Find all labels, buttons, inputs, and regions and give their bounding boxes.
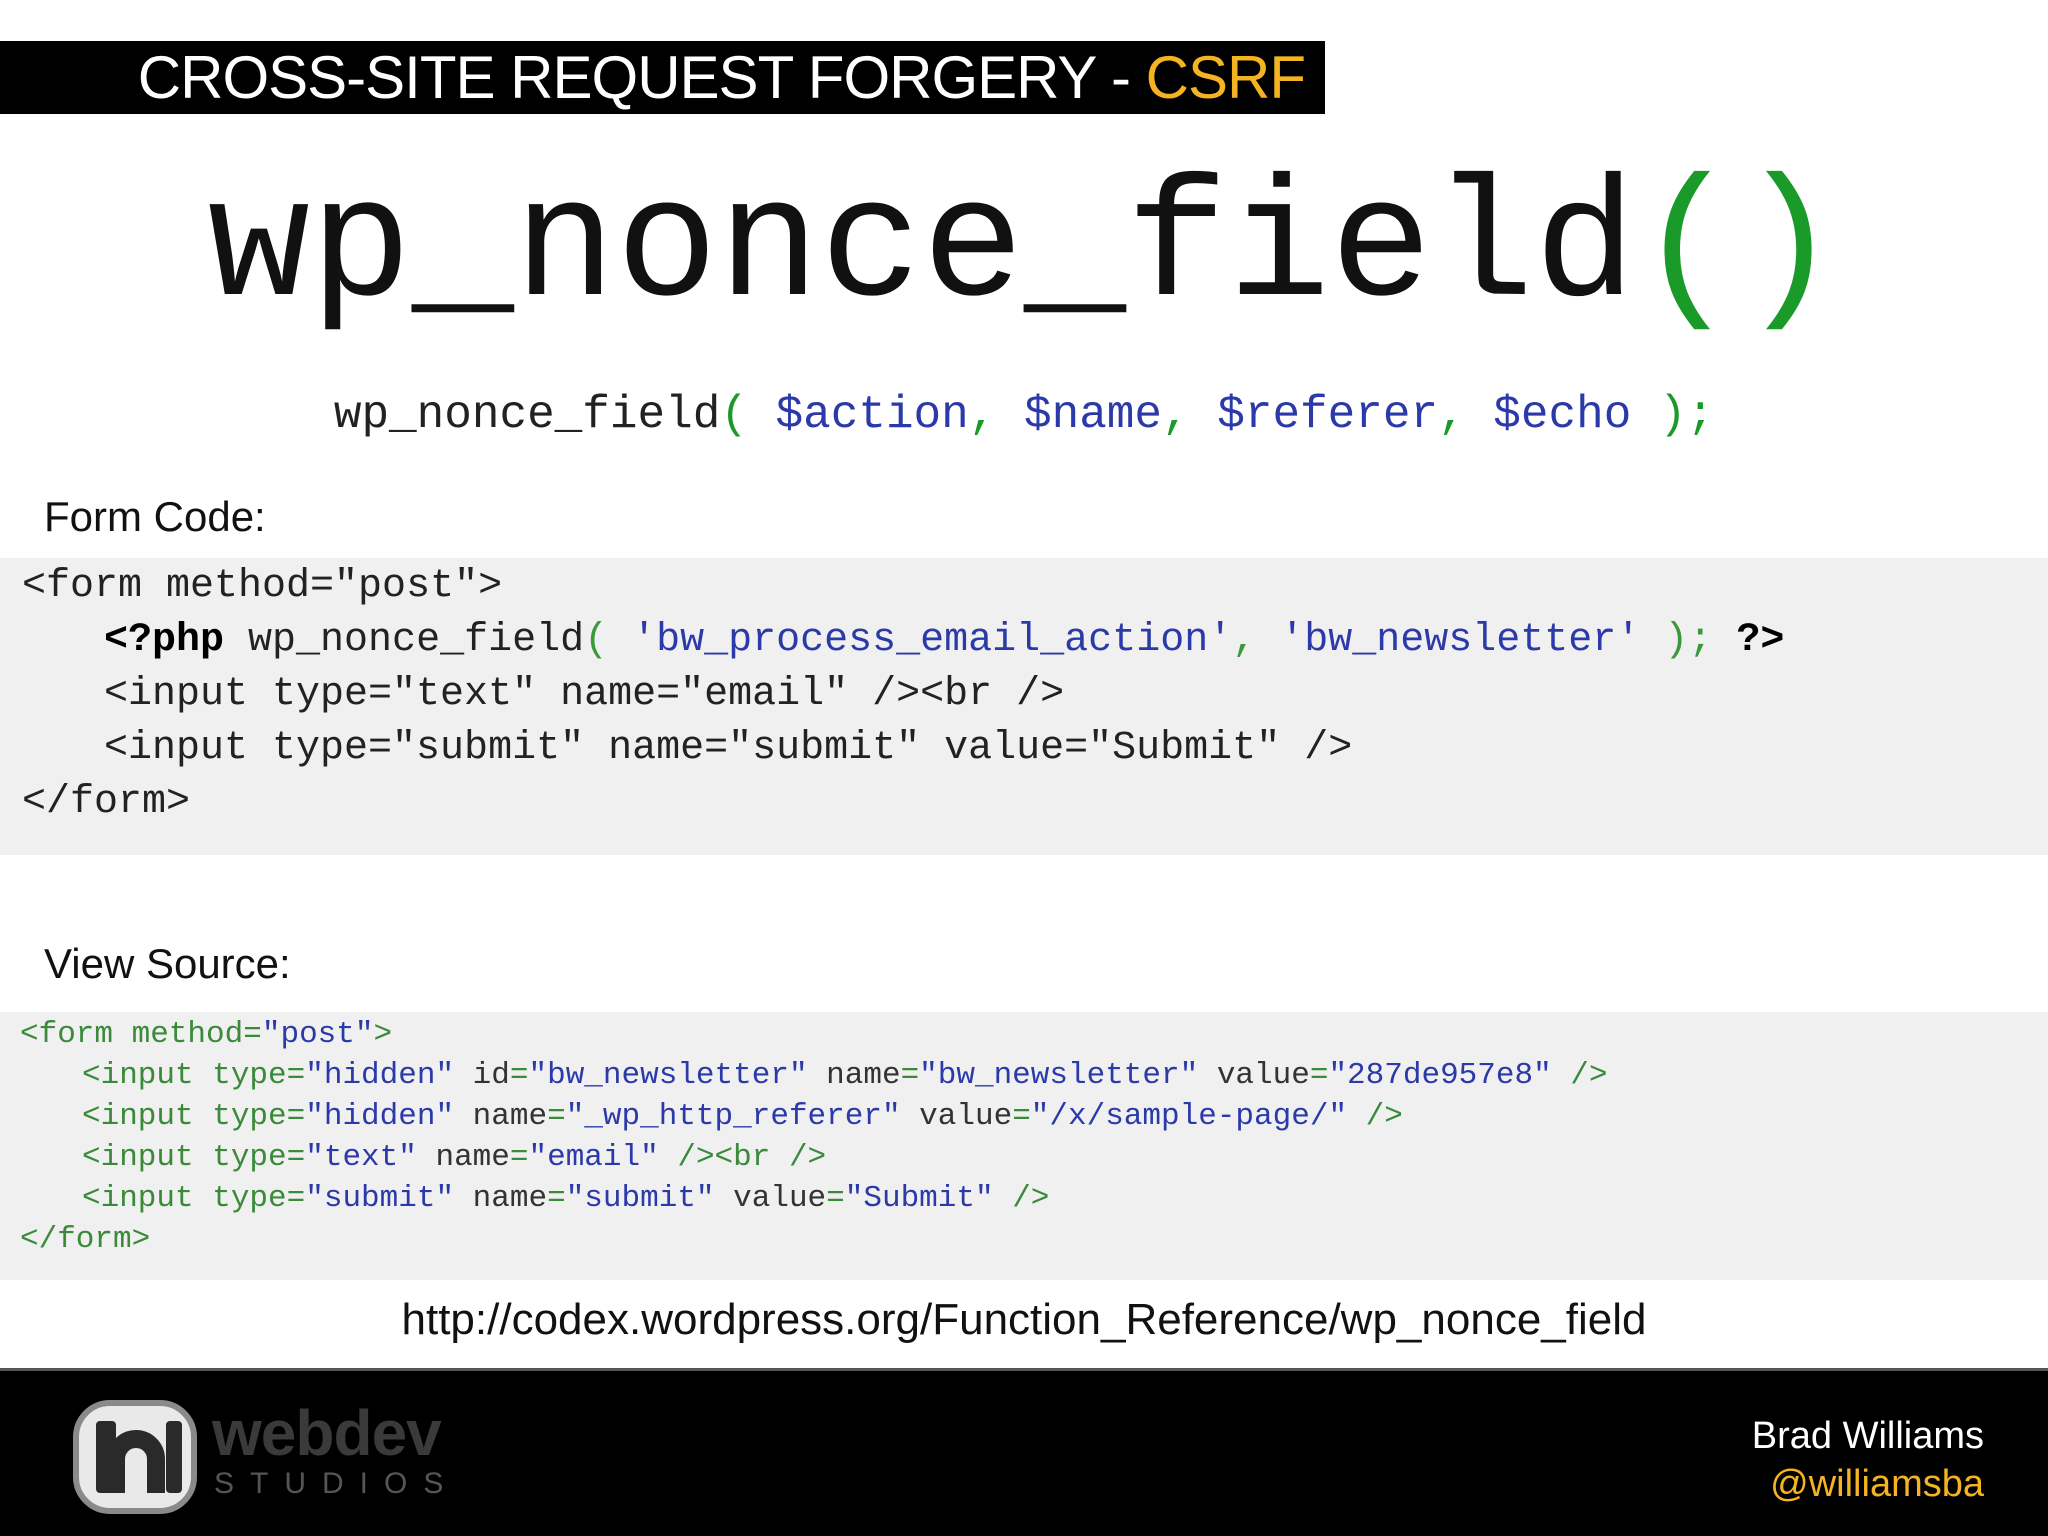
slide-footer: webdev STUDIOS Brad Williams @williamsba [0,1368,2048,1536]
source-tag-end: /> [1551,1058,1608,1093]
source-eq: = [286,1140,306,1175]
source-eq: = [547,1181,566,1216]
source-eq: = [900,1058,920,1093]
source-tag-end: > [373,1017,393,1052]
php-arg-action: 'bw_process_email_action' [632,618,1233,663]
author-block: Brad Williams @williamsba [1752,1412,1984,1508]
form-code-line: </form> [22,780,191,825]
reference-url[interactable]: http://codex.wordpress.org/Function_Refe… [0,1295,2048,1345]
slide-title-bar: CROSS-SITE REQUEST FORGERY - CSRF [0,41,1325,114]
view-source-label: View Source: [44,940,291,987]
source-attr: name [416,1140,510,1175]
source-line: </form> [20,1222,151,1257]
source-attr: value [900,1099,1013,1134]
source-eq: = [547,1099,566,1134]
source-tag: <input type [82,1140,287,1175]
php-open-tag: <?php [104,618,225,663]
source-value: "submit" [565,1181,715,1216]
source-value: "_wp_http_referer" [565,1099,901,1134]
signature-param-echo: $echo [1493,389,1632,441]
source-eq: = [243,1017,262,1052]
signature-comma-3: , [1438,389,1494,441]
view-source-block: <form method="post"> <input type="hidden"… [0,1012,2048,1280]
signature-comma-1: , [968,389,1024,441]
source-value: "post" [261,1017,374,1052]
php-comma: , [1232,618,1281,663]
signature-close: ); [1631,389,1715,441]
slide-title: CROSS-SITE REQUEST FORGERY - [137,44,1146,111]
function-signature: wp_nonce_field( $action, $name, $referer… [0,385,2048,445]
source-eq: = [286,1058,306,1093]
source-eq: = [509,1058,529,1093]
source-line: <form method="post"> [20,1014,2048,1055]
source-attr: name [807,1058,901,1093]
source-value: "email" [528,1140,659,1175]
source-tag-end: /> [1347,1099,1403,1134]
signature-comma-2: , [1162,389,1218,441]
slide-title-accent: CSRF [1145,44,1306,111]
php-arg-name: 'bw_newsletter' [1280,618,1641,663]
webdev-logo-icon [73,1400,197,1514]
form-code-line: <input type="text" name="email" /><br /> [104,672,1065,717]
source-value: "hidden" [305,1058,455,1093]
source-eq: = [286,1181,306,1216]
source-value: "/x/sample-page/" [1030,1099,1348,1134]
source-tag-end: /> [993,1181,1050,1216]
source-value: "287de957e8" [1328,1058,1552,1093]
php-func-name: wp_nonce_field [224,618,585,663]
php-close-tag: ?> [1736,618,1785,663]
function-heading-parens: () [1636,153,1841,346]
signature-param-referer: $referer [1217,389,1439,441]
source-eq: = [1012,1099,1031,1134]
source-value: "Submit" [844,1181,994,1216]
source-line: <input type="submit" name="submit" value… [20,1178,2048,1219]
signature-param-name: $name [1023,389,1163,441]
source-attr: value [1198,1058,1310,1093]
signature-name: wp_nonce_field [333,389,721,441]
source-line: <input type="text" name="email" /><br /> [20,1137,2048,1178]
logo-subtitle: STUDIOS [214,1467,460,1500]
source-eq: = [286,1099,306,1134]
author-name: Brad Williams [1751,1415,1984,1457]
form-code-line: <form method="post"> [22,564,503,609]
source-value: "hidden" [305,1099,455,1134]
php-paren-open: ( [584,618,633,663]
signature-open: ( [720,389,776,441]
source-tag: <form method [20,1017,244,1052]
form-code-label: Form Code: [44,493,266,540]
function-heading-name: wp_nonce_field [207,153,1637,346]
source-eq: = [509,1140,529,1175]
source-value: "bw_newsletter" [919,1058,1199,1093]
source-attr: id [454,1058,510,1093]
php-paren-close: ); [1640,618,1737,663]
author-handle: @williamsba [1770,1463,1984,1505]
source-value: "text" [305,1140,417,1175]
source-tag-end: /><br /> [658,1140,827,1175]
source-tag: <input type [82,1058,287,1093]
source-eq: = [1309,1058,1329,1093]
source-tag: <input type [82,1181,287,1216]
source-attr: name [454,1181,548,1216]
logo-wordmark: webdev [212,1397,442,1469]
form-code-block: <form method="post"> <?php wp_nonce_field… [0,558,2048,855]
source-attr: name [454,1099,548,1134]
source-eq: = [826,1181,845,1216]
source-attr: value [714,1181,827,1216]
source-value: "bw_newsletter" [528,1058,808,1093]
source-line: <input type="hidden" id="bw_newsletter" … [20,1055,2048,1096]
form-code-line-php: <?php wp_nonce_field( 'bw_process_email_… [22,614,2048,668]
source-value: "submit" [305,1181,455,1216]
form-code-line: <input type="submit" name="submit" value… [104,726,1353,771]
source-line: <input type="hidden" name="_wp_http_refe… [20,1096,2048,1137]
signature-param-action: $action [775,389,969,441]
function-heading: wp_nonce_field() [0,150,2048,350]
source-tag: <input type [82,1099,287,1134]
